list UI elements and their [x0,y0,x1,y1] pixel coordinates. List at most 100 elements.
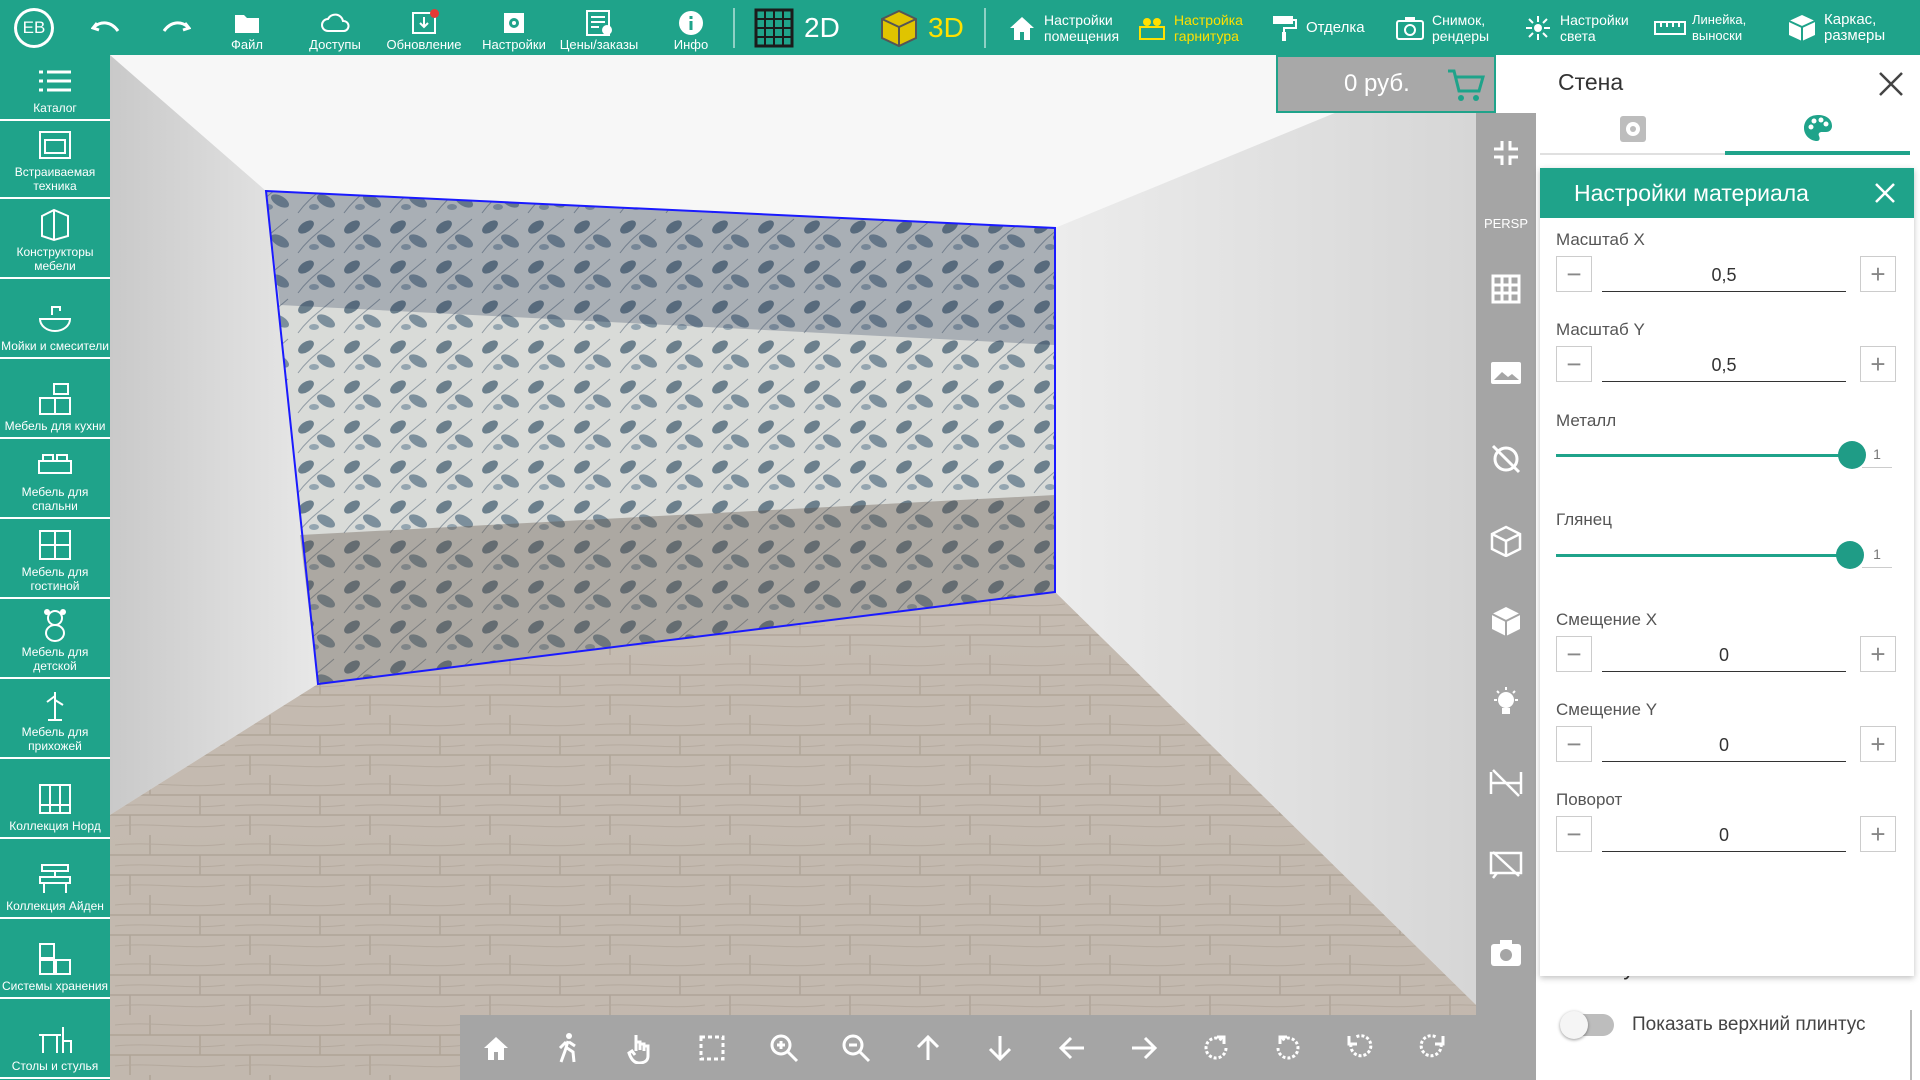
frame-dimensions-button[interactable]: Каркас, размеры [1786,8,1885,48]
file-button[interactable]: Файл [222,4,272,52]
toolbar-divider [984,8,986,48]
collapse-button[interactable] [1476,123,1536,183]
cart-icon [1448,69,1485,101]
background-image-button[interactable] [1476,343,1536,403]
sidebar-item-kids-room[interactable]: Мебель для детской [0,601,110,679]
wireframe-cube-button[interactable] [1476,511,1536,571]
sidebar-item-appliances[interactable]: Встраиваемая техника [0,121,110,199]
kitchen-set-settings-button[interactable]: Настройка гарнитура [1136,8,1243,48]
sidebar-item-kitchen[interactable]: Мебель для кухни [0,361,110,439]
walk-mode-button[interactable] [532,1015,604,1080]
update-button[interactable]: Обновление [382,4,466,52]
slider-thumb[interactable] [1836,541,1864,569]
sidebar-item-nord-collection[interactable]: Коллекция Норд [0,761,110,839]
sidebar-item-storage[interactable]: Системы хранения [0,921,110,999]
3d-viewport[interactable] [110,55,1476,1080]
cloud-icon [321,13,350,32]
offset-y-increment-button[interactable]: + [1860,726,1896,762]
snapshot-render-button[interactable]: Снимок, рендеры [1394,8,1489,48]
scale-x-decrement-button[interactable]: − [1556,256,1592,292]
move-down-button[interactable] [964,1015,1036,1080]
palette-icon [1803,115,1832,141]
view-3d-button[interactable]: 3D [878,8,964,48]
settings-button[interactable]: Настройки [476,4,552,52]
sidebar-item-bedroom[interactable]: Мебель для спальни [0,441,110,519]
hide-dimensions-button[interactable] [1476,753,1536,813]
rotate-up-button[interactable] [1180,1015,1252,1080]
select-area-button[interactable] [676,1015,748,1080]
undo-button[interactable] [88,10,124,46]
perspective-toggle[interactable]: PERSP [1476,193,1536,253]
rotate-down-button[interactable] [1252,1015,1324,1080]
scale-x-input[interactable]: 0,5 [1602,260,1846,292]
show-top-baseboard-toggle[interactable] [1560,1011,1614,1039]
ruler-callouts-button[interactable]: Линейка, выноски [1654,8,1746,48]
sidebar-item-sinks[interactable]: Мойки и смесители [0,281,110,359]
sidebar-item-tables-chairs[interactable]: Столы и стулья [0,1001,110,1079]
show-top-baseboard-label: Показать верхний плинтус [1632,1014,1866,1035]
prices-orders-button[interactable]: Цены/заказы [552,4,646,52]
price-list-icon [586,10,612,36]
move-up-button[interactable] [892,1015,964,1080]
redo-button[interactable] [158,10,194,46]
zoom-out-button[interactable] [820,1015,892,1080]
material-settings-dialog: Настройки материала Масштаб X − 0,5 + Ма… [1540,168,1914,976]
offset-x-increment-button[interactable]: + [1860,636,1896,672]
gloss-value[interactable]: 1 [1862,546,1892,568]
panel-scrollbar[interactable] [1910,1010,1912,1080]
wardrobe-icon [39,784,71,814]
rotate-cw-icon [1204,1035,1228,1059]
scale-y-input[interactable]: 0,5 [1602,350,1846,382]
lighting-toggle[interactable] [1476,673,1536,733]
close-icon [1875,183,1895,203]
move-left-button[interactable] [1036,1015,1108,1080]
rotate-left-button[interactable] [1324,1015,1396,1080]
zoom-in-button[interactable] [748,1015,820,1080]
solid-cube-button[interactable] [1476,591,1536,651]
touch-mode-button[interactable] [604,1015,676,1080]
view-2d-button[interactable]: 2D [754,8,840,48]
sidebar-item-living-room[interactable]: Мебель для гостиной [0,521,110,599]
offset-y-decrement-button[interactable]: − [1556,726,1592,762]
light-settings-button[interactable]: Настройки света [1522,8,1629,48]
home-icon [484,1036,508,1060]
avatar[interactable]: EB [14,8,54,48]
metalness-slider[interactable]: 1 [1556,440,1896,470]
rotation-increment-button[interactable]: + [1860,816,1896,852]
access-button[interactable]: Доступы [300,4,370,52]
walking-person-icon [558,1032,576,1063]
room-settings-button[interactable]: Настройки помещения [1006,8,1119,48]
sidebar-item-furniture-constructors[interactable]: Конструкторы мебели [0,201,110,279]
home-view-button[interactable] [460,1015,532,1080]
tab-material[interactable] [1725,105,1910,155]
tab-settings[interactable] [1540,105,1725,155]
panel-close-button[interactable] [1876,69,1906,99]
rotation-input[interactable]: 0 [1602,820,1846,852]
scale-y-label: Масштаб Y [1556,320,1645,339]
light-line1: Настройки [1560,12,1629,28]
sidebar-item-hallway[interactable]: Мебель для прихожей [0,681,110,759]
price-total[interactable]: 0 руб. [1276,55,1496,113]
finishing-button[interactable]: Отделка [1268,8,1365,48]
sidebar-item-catalog[interactable]: Каталог [0,55,110,121]
move-right-button[interactable] [1108,1015,1180,1080]
screenshot-button[interactable] [1476,923,1536,983]
scale-y-decrement-button[interactable]: − [1556,346,1592,382]
scale-x-increment-button[interactable]: + [1860,256,1896,292]
offset-x-decrement-button[interactable]: − [1556,636,1592,672]
offset-y-input[interactable]: 0 [1602,730,1846,762]
rotate-right-button[interactable] [1396,1015,1468,1080]
grid-toggle[interactable] [1476,259,1536,319]
metalness-value[interactable]: 1 [1862,446,1892,468]
hide-texture-button[interactable] [1476,429,1536,489]
gloss-slider[interactable]: 1 [1556,540,1896,570]
hide-callouts-button[interactable] [1476,835,1536,895]
scale-y-increment-button[interactable]: + [1860,346,1896,382]
top-toolbar: EB Файл Доступы Обновление Настройки Цен… [0,0,1920,55]
info-button[interactable]: Инфо [666,4,716,52]
rotation-decrement-button[interactable]: − [1556,816,1592,852]
material-settings-close-button[interactable] [1870,178,1900,208]
avatar-initials: EB [17,11,51,45]
sidebar-item-aiden-collection[interactable]: Коллекция Айден [0,841,110,919]
offset-x-input[interactable]: 0 [1602,640,1846,672]
